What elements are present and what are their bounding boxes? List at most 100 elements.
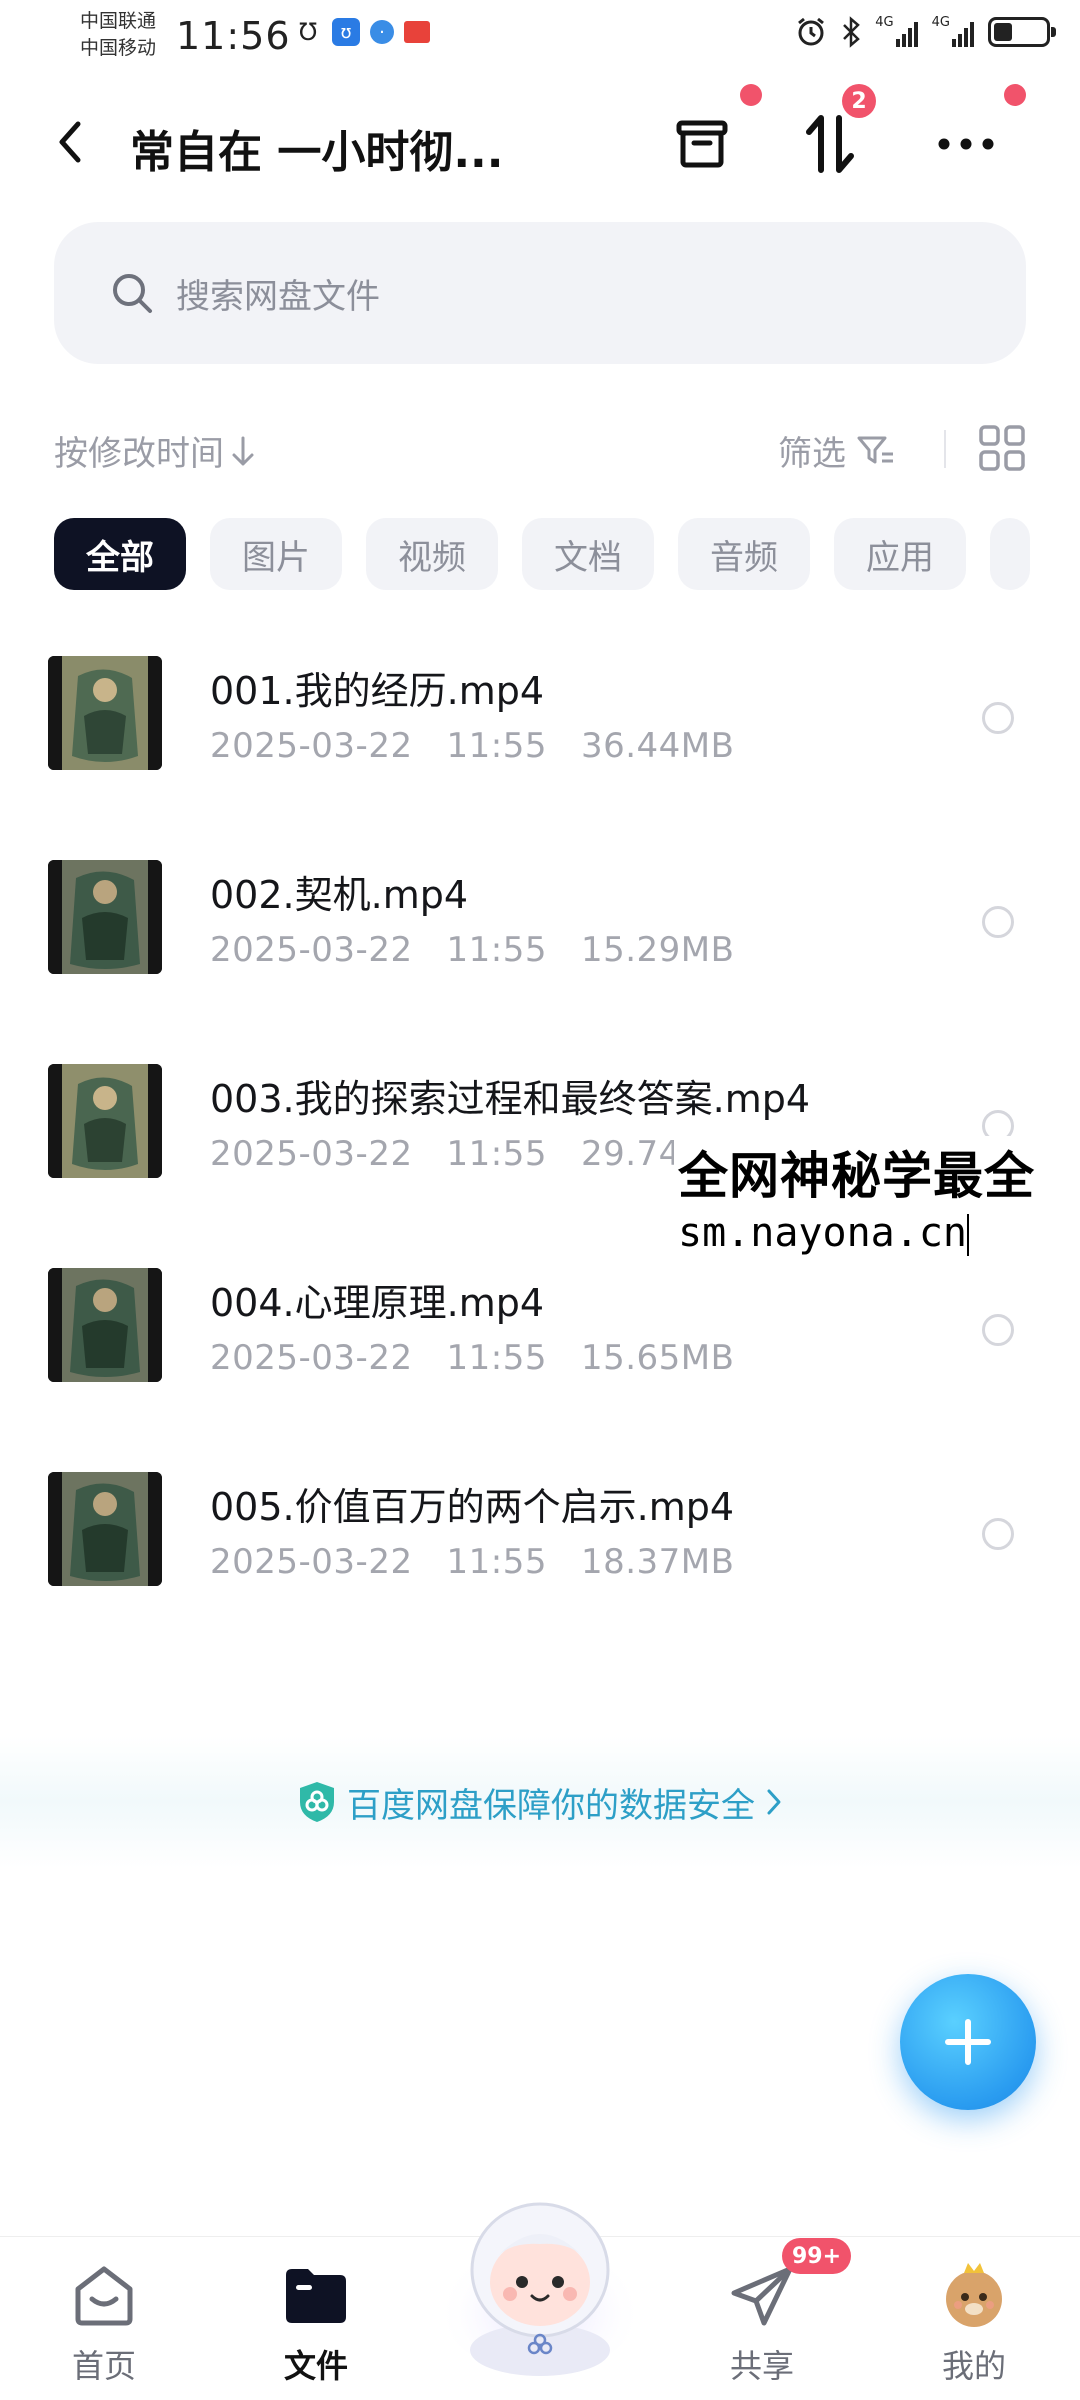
file-date: 2025-03-22 bbox=[210, 1134, 413, 1174]
shield-icon bbox=[300, 1782, 334, 1822]
video-thumbnail bbox=[48, 860, 162, 974]
top-bar: 常自在 一小时彻... 2 bbox=[0, 84, 1080, 204]
file-size: 15.65MB bbox=[580, 1338, 735, 1378]
watermark-line-2: sm.nayona.cn bbox=[674, 1210, 1074, 1256]
select-checkbox[interactable] bbox=[982, 1314, 1014, 1346]
arrow-down-icon bbox=[232, 436, 254, 465]
banner-text: 百度网盘保障你的数据安全 bbox=[347, 1785, 755, 1826]
file-meta: 2025-03-22 11:55 18.37MB bbox=[210, 1542, 734, 1582]
nav-home-label: 首页 bbox=[71, 2347, 136, 2385]
text-caret bbox=[966, 1214, 969, 1256]
nav-home[interactable]: 首页 bbox=[34, 2259, 174, 2389]
tab-all[interactable]: 全部 bbox=[54, 518, 186, 590]
notification-app-icon: Ʊ bbox=[298, 18, 318, 46]
more-icon bbox=[938, 138, 994, 150]
nav-share[interactable]: 共享 bbox=[692, 2259, 832, 2389]
folder-title: 常自在 一小时彻... bbox=[130, 127, 504, 178]
tab-audio[interactable]: 音频 bbox=[678, 518, 810, 590]
file-type-tabs: 全部 图片 视频 文档 音频 应用 bbox=[54, 518, 1080, 592]
signal-icon: 4G bbox=[875, 16, 918, 47]
tab-documents[interactable]: 文档 bbox=[522, 518, 654, 590]
file-meta: 2025-03-22 11:55 15.65MB bbox=[210, 1338, 734, 1378]
add-button[interactable] bbox=[900, 1974, 1036, 2110]
file-date: 2025-03-22 bbox=[210, 1542, 413, 1582]
file-size: 15.29MB bbox=[580, 930, 735, 970]
status-time: 11:56 bbox=[176, 14, 291, 58]
watermark-url: sm.nayona.cn bbox=[678, 1210, 967, 1256]
alarm-icon bbox=[798, 17, 825, 46]
more-button[interactable] bbox=[930, 108, 1002, 180]
filter-button[interactable]: 筛选 bbox=[778, 426, 896, 475]
archive-button[interactable] bbox=[666, 108, 738, 180]
tab-videos[interactable]: 视频 bbox=[366, 518, 498, 590]
file-time: 11:55 bbox=[446, 1134, 548, 1174]
search-input[interactable]: 搜索网盘文件 bbox=[54, 222, 1026, 364]
mascot-assistant-button[interactable] bbox=[432, 2178, 648, 2378]
file-name: 002.契机.mp4 bbox=[210, 873, 469, 917]
file-meta: 2025-03-22 11:55 36.44MB bbox=[210, 726, 734, 766]
file-name: 003.我的探索过程和最终答案.mp4 bbox=[210, 1077, 811, 1121]
file-row[interactable]: 001.我的经历.mp4 2025-03-22 11:55 36.44MB bbox=[0, 620, 1080, 824]
book-icon bbox=[404, 21, 430, 43]
archive-red-dot bbox=[740, 84, 762, 106]
file-row[interactable]: 004.心理原理.mp4 2025-03-22 11:55 15.65MB bbox=[0, 1232, 1080, 1436]
notification-app-icon: ʊ bbox=[332, 18, 360, 46]
select-checkbox[interactable] bbox=[982, 1518, 1014, 1550]
file-browser-screen: 中国联通 中国移动 11:56 Ʊ ʊ · 4G 4G 常自在 一小时彻... … bbox=[0, 0, 1080, 2400]
video-thumbnail bbox=[48, 1064, 162, 1178]
back-button[interactable] bbox=[50, 114, 90, 170]
nav-files-label: 文件 bbox=[283, 2347, 348, 2385]
tab-apps[interactable]: 应用 bbox=[834, 518, 966, 590]
chevron-left-icon bbox=[59, 121, 81, 163]
filter-label: 筛选 bbox=[778, 434, 846, 474]
file-date: 2025-03-22 bbox=[210, 930, 413, 970]
tab-images[interactable]: 图片 bbox=[210, 518, 342, 590]
tab-more[interactable] bbox=[990, 518, 1030, 590]
share-badge: 99+ bbox=[782, 2238, 852, 2274]
sort-button[interactable]: 按修改时间 bbox=[54, 426, 256, 475]
file-time: 11:55 bbox=[446, 726, 548, 766]
divider bbox=[944, 430, 946, 468]
video-thumbnail bbox=[48, 656, 162, 770]
file-size: 18.37MB bbox=[580, 1542, 735, 1582]
chevron-right-icon bbox=[767, 1789, 781, 1815]
file-row[interactable]: 002.契机.mp4 2025-03-22 11:55 15.29MB bbox=[0, 824, 1080, 1028]
transfer-badge: 2 bbox=[842, 84, 876, 118]
file-row[interactable]: 005.价值百万的两个启示.mp4 2025-03-22 11:55 18.37… bbox=[0, 1436, 1080, 1640]
search-icon bbox=[113, 274, 152, 313]
view-toggle-button[interactable] bbox=[978, 424, 1026, 472]
avatar bbox=[938, 2259, 1010, 2331]
file-name: 005.价值百万的两个启示.mp4 bbox=[210, 1485, 735, 1529]
file-meta: 2025-03-22 11:55 29.74MB bbox=[210, 1134, 734, 1174]
bluetooth-icon bbox=[843, 16, 861, 48]
system-status-icons: 4G 4G bbox=[795, 15, 1056, 48]
security-banner[interactable]: 百度网盘保障你的数据安全 bbox=[0, 1736, 1080, 1868]
search-placeholder: 搜索网盘文件 bbox=[176, 276, 380, 317]
carrier-info: 中国联通 中国移动 bbox=[80, 8, 156, 62]
file-time: 11:55 bbox=[446, 1338, 548, 1378]
select-checkbox[interactable] bbox=[982, 702, 1014, 734]
signal-icon: 4G bbox=[931, 15, 974, 47]
transfer-button[interactable] bbox=[794, 108, 866, 180]
nav-files[interactable]: 文件 bbox=[246, 2259, 386, 2389]
select-checkbox[interactable] bbox=[982, 906, 1014, 938]
carrier-1: 中国联通 bbox=[80, 10, 157, 32]
carrier-2: 中国移动 bbox=[80, 37, 157, 59]
watermark-overlay: 全网神秘学最全 sm.nayona.cn bbox=[674, 1136, 1074, 1256]
nav-mine[interactable]: 我的 bbox=[904, 2259, 1044, 2389]
plus-icon bbox=[945, 2019, 991, 2065]
file-name: 004.心理原理.mp4 bbox=[210, 1281, 545, 1325]
video-thumbnail bbox=[48, 1472, 162, 1586]
file-size: 36.44MB bbox=[580, 726, 735, 766]
nav-mine-label: 我的 bbox=[941, 2347, 1006, 2385]
network-type-2: 4G bbox=[931, 15, 950, 30]
more-red-dot bbox=[1004, 84, 1026, 106]
nav-share-label: 共享 bbox=[729, 2347, 794, 2385]
paper-plane-icon bbox=[726, 2259, 798, 2331]
archive-icon bbox=[676, 120, 728, 168]
file-date: 2025-03-22 bbox=[210, 1338, 413, 1378]
home-icon bbox=[68, 2259, 140, 2331]
file-meta: 2025-03-22 11:55 15.29MB bbox=[210, 930, 734, 970]
battery-icon bbox=[988, 17, 1056, 47]
file-name: 001.我的经历.mp4 bbox=[210, 669, 545, 713]
